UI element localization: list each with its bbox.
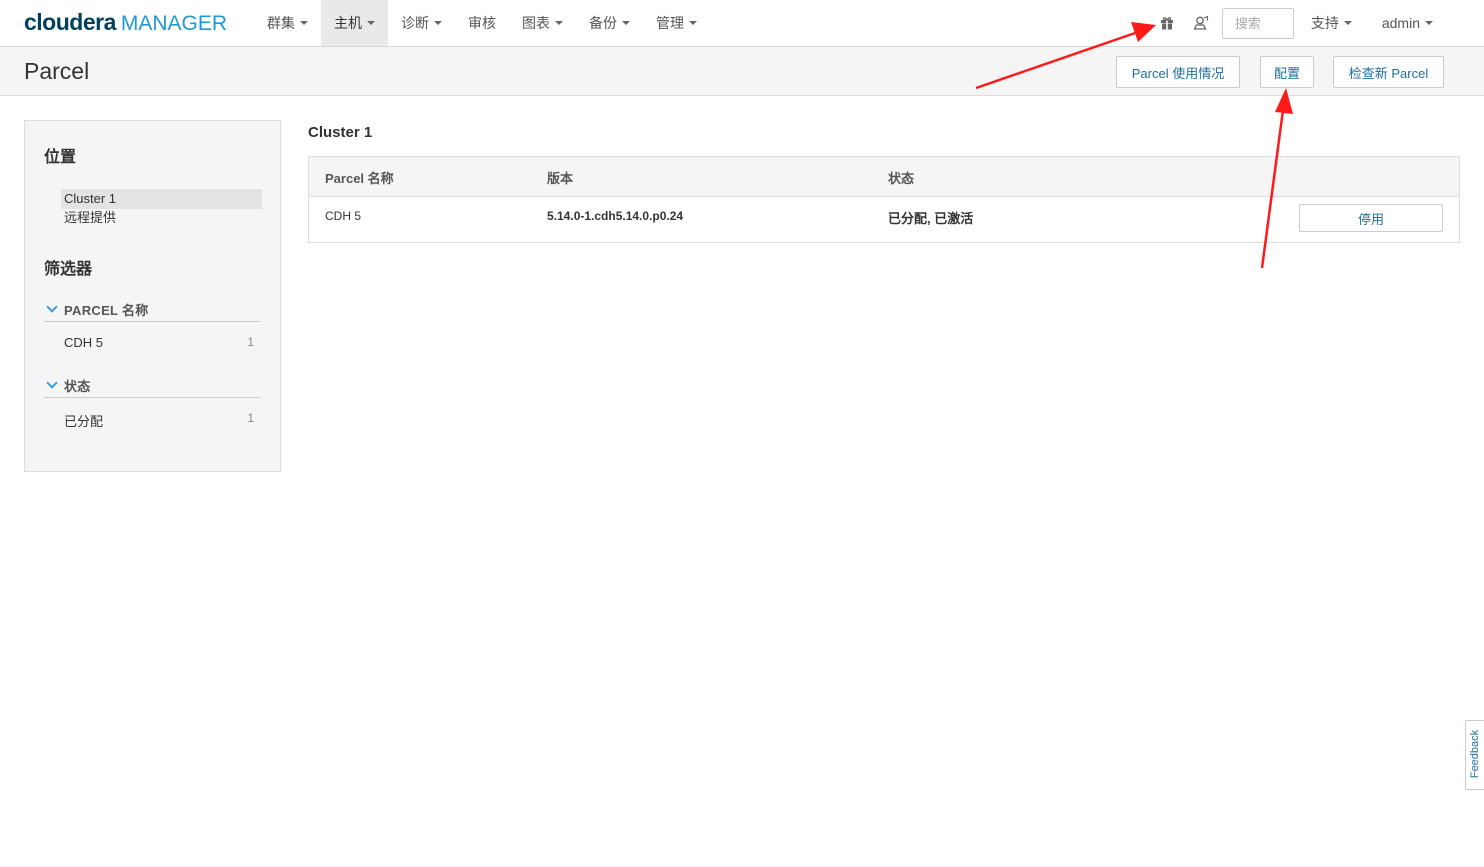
facet-item[interactable]: 已分配 1 <box>64 411 254 430</box>
user-location-icon <box>1193 15 1208 30</box>
facet-item-count: 1 <box>247 335 254 349</box>
column-header-status: 状态 <box>888 171 915 186</box>
chevron-down-icon <box>46 300 58 313</box>
cluster-title: Cluster 1 <box>308 124 373 141</box>
check-new-parcels-button[interactable]: 检查新 Parcel <box>1333 56 1444 88</box>
configuration-button[interactable]: 配置 <box>1260 56 1314 88</box>
nav-diagnostics[interactable]: 诊断 <box>388 0 455 46</box>
nav-clusters[interactable]: 群集 <box>254 0 321 46</box>
parcels-gift-icon[interactable] <box>1150 0 1184 46</box>
nav-administration-label: 管理 <box>656 15 684 31</box>
deactivate-button[interactable]: 停用 <box>1299 204 1443 232</box>
facet-parcel-name-label: PARCEL 名称 <box>64 302 149 318</box>
caret-down-icon <box>367 21 375 25</box>
location-remote[interactable]: 远程提供 <box>61 208 262 228</box>
column-header-version: 版本 <box>547 171 574 186</box>
nav-support[interactable]: 支持 <box>1296 0 1367 46</box>
nav-right: 支持 admin <box>1150 0 1484 46</box>
sidebar: 位置 Cluster 1 远程提供 筛选器 PARCEL 名称 CDH 5 1 … <box>24 120 281 472</box>
search-input[interactable] <box>1221 7 1294 39</box>
caret-down-icon <box>434 21 442 25</box>
caret-down-icon <box>555 21 563 25</box>
column-header-name: Parcel 名称 <box>325 171 394 186</box>
running-commands-button[interactable] <box>1184 0 1218 46</box>
nav-diagnostics-label: 诊断 <box>401 15 429 31</box>
nav-charts-label: 图表 <box>522 15 550 31</box>
parcel-version-cell: 5.14.0-1.cdh5.14.0.p0.24 <box>547 209 684 223</box>
parcel-usage-button[interactable]: Parcel 使用情况 <box>1116 56 1240 88</box>
nav-administration[interactable]: 管理 <box>643 0 710 46</box>
facet-item-count: 1 <box>247 411 254 425</box>
cloudera-manager-logo[interactable]: cloudera MANAGER <box>24 9 227 37</box>
nav-clusters-label: 群集 <box>267 15 295 31</box>
main-nav: 群集 主机 诊断 审核 图表 备份 管理 <box>254 0 710 46</box>
nav-charts[interactable]: 图表 <box>509 0 576 46</box>
location-cluster-1[interactable]: Cluster 1 <box>61 189 262 209</box>
facet-parcel-name[interactable]: PARCEL 名称 <box>44 297 261 322</box>
facet-item-label: CDH 5 <box>64 335 104 350</box>
page-header: Parcel Parcel 使用情况 配置 检查新 Parcel <box>0 47 1484 96</box>
parcel-table: Parcel 名称 版本 状态 CDH 5 5.14.0-1.cdh5.14.0… <box>308 156 1460 243</box>
parcel-status-cell: 已分配, 已激活 <box>888 211 974 226</box>
nav-hosts[interactable]: 主机 <box>321 0 388 46</box>
caret-down-icon <box>689 21 697 25</box>
nav-backup[interactable]: 备份 <box>576 0 643 46</box>
nav-backup-label: 备份 <box>589 15 617 31</box>
nav-user-menu[interactable]: admin <box>1367 0 1484 46</box>
nav-hosts-label: 主机 <box>334 15 362 31</box>
nav-user-label: admin <box>1381 15 1420 31</box>
parcel-name-cell: CDH 5 <box>325 209 362 223</box>
chevron-down-icon <box>46 376 58 389</box>
feedback-label: Feedback <box>1469 729 1481 779</box>
filter-heading: 筛选器 <box>44 261 93 278</box>
table-header: Parcel 名称 版本 状态 <box>309 157 1459 197</box>
facet-status-label: 状态 <box>64 378 91 394</box>
brand-product: MANAGER <box>120 12 228 35</box>
caret-down-icon <box>300 21 308 25</box>
caret-down-icon <box>1343 21 1352 25</box>
facet-item-label: 已分配 <box>64 414 104 429</box>
feedback-tab[interactable]: Feedback <box>1465 720 1484 790</box>
nav-audits-label: 审核 <box>468 15 496 31</box>
nav-audits[interactable]: 审核 <box>455 0 509 46</box>
facet-item[interactable]: CDH 5 1 <box>64 335 254 350</box>
caret-down-icon <box>622 21 630 25</box>
top-navbar: cloudera MANAGER 群集 主机 诊断 审核 图表 备份 管理 搜索… <box>0 0 1484 47</box>
page-title: Parcel <box>24 58 90 84</box>
caret-down-icon <box>1425 21 1433 25</box>
brand-name: cloudera <box>24 9 116 35</box>
nav-support-label: 支持 <box>1310 15 1339 31</box>
location-heading: 位置 <box>44 149 77 166</box>
facet-status[interactable]: 状态 <box>44 373 261 398</box>
gift-icon <box>1160 17 1173 30</box>
